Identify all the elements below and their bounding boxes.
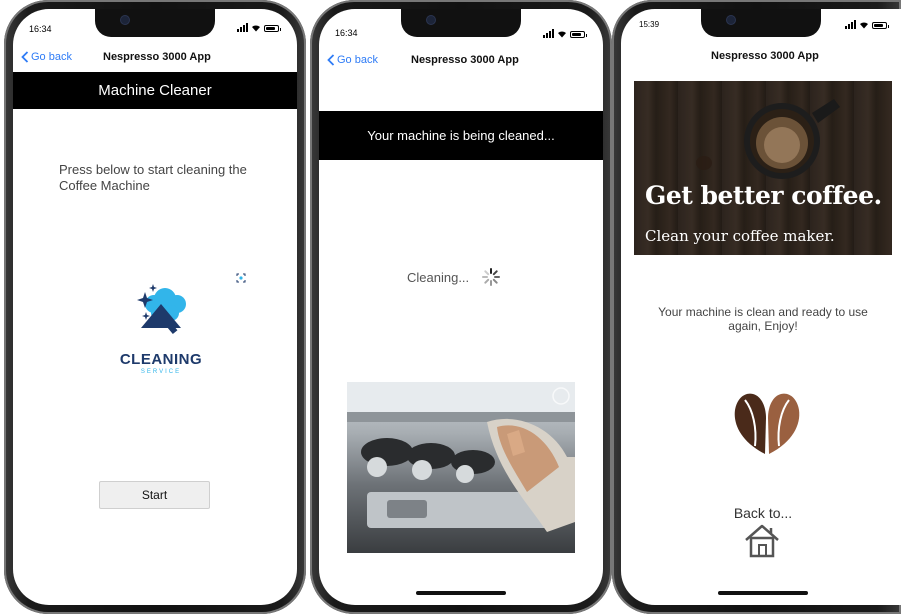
cleaning-status: Cleaning... [407,267,501,287]
scan-icon[interactable] [236,273,246,283]
status-icons [237,23,281,32]
logo-subtitle: SERVICE [140,369,182,375]
coffee-bean-heart-icon [734,393,800,454]
wifi-icon [251,24,261,32]
phone-screen-2: 16:34 Go back Nespresso 3000 App Your ma… [310,0,612,614]
go-back-label: Go back [31,51,72,63]
page-header: Machine Cleaner [13,72,297,109]
status-time: 15:39 [639,20,660,29]
phone-notch [401,9,521,37]
home-icon[interactable] [743,523,781,559]
status-icons [543,29,587,38]
front-camera [121,16,129,24]
battery-icon [872,22,889,29]
chevron-left-icon [327,54,335,66]
go-back-link[interactable]: Go back [327,54,378,66]
phone-notch [701,9,821,37]
loading-spinner-icon [482,268,501,286]
cleaning-service-logo: CLEANING SERVICE [101,282,221,382]
nav-bar: Nespresso 3000 App [621,46,901,70]
machine-cleaning-photo [347,382,575,553]
page-header: Your machine is being cleaned... [319,111,603,160]
espresso-machine-illustration [347,382,575,532]
nav-bar: Go back Nespresso 3000 App [13,47,297,71]
app-title: Nespresso 3000 App [411,54,519,66]
squeegee-sparkle-icon [137,284,186,335]
screen-cleaning-complete: 15:39 Nespresso 3000 App Get better coff… [621,9,901,605]
battery-icon [264,25,281,32]
status-time: 16:34 [335,28,358,38]
front-camera [427,16,435,24]
status-time: 16:34 [29,24,52,34]
go-back-link[interactable]: Go back [21,51,72,63]
home-indicator [416,591,506,595]
battery-icon [570,31,587,38]
logo-wordmark: CLEANING [119,351,203,368]
page-title: Machine Cleaner [98,82,212,99]
app-title: Nespresso 3000 App [103,51,211,63]
phone-notch [95,9,215,37]
go-back-label: Go back [337,54,378,66]
phone-screen-1: 16:34 Go back Nespresso 3000 App Machine… [4,0,306,614]
signal-icon [543,29,554,38]
page-title: Your machine is being cleaned... [367,128,555,143]
back-to-label: Back to... [733,505,793,521]
hero-title: Get better coffee. [645,181,882,210]
status-icons [845,20,889,29]
clean-complete-message: Your machine is clean and ready to use a… [658,305,868,333]
home-indicator [718,591,808,595]
signal-icon [237,23,248,32]
start-button[interactable]: Start [99,481,210,509]
wifi-icon [859,21,869,29]
phone-screen-3: 15:39 Nespresso 3000 App Get better coff… [612,0,901,614]
screen-cleaning-in-progress: 16:34 Go back Nespresso 3000 App Your ma… [319,9,603,605]
app-title: Nespresso 3000 App [711,50,819,62]
cleaning-prompt: Press below to start cleaning the Coffee… [59,162,247,193]
front-camera [727,16,735,24]
cleaning-status-text: Cleaning... [407,269,470,285]
nav-bar: Go back Nespresso 3000 App [319,50,603,74]
wifi-icon [557,30,567,38]
screen-machine-cleaner: 16:34 Go back Nespresso 3000 App Machine… [13,9,297,605]
chevron-left-icon [21,51,29,63]
hero-subtitle: Clean your coffee maker. [645,227,835,245]
signal-icon [845,20,856,29]
hero-banner: Get better coffee. Clean your coffee mak… [634,81,892,255]
